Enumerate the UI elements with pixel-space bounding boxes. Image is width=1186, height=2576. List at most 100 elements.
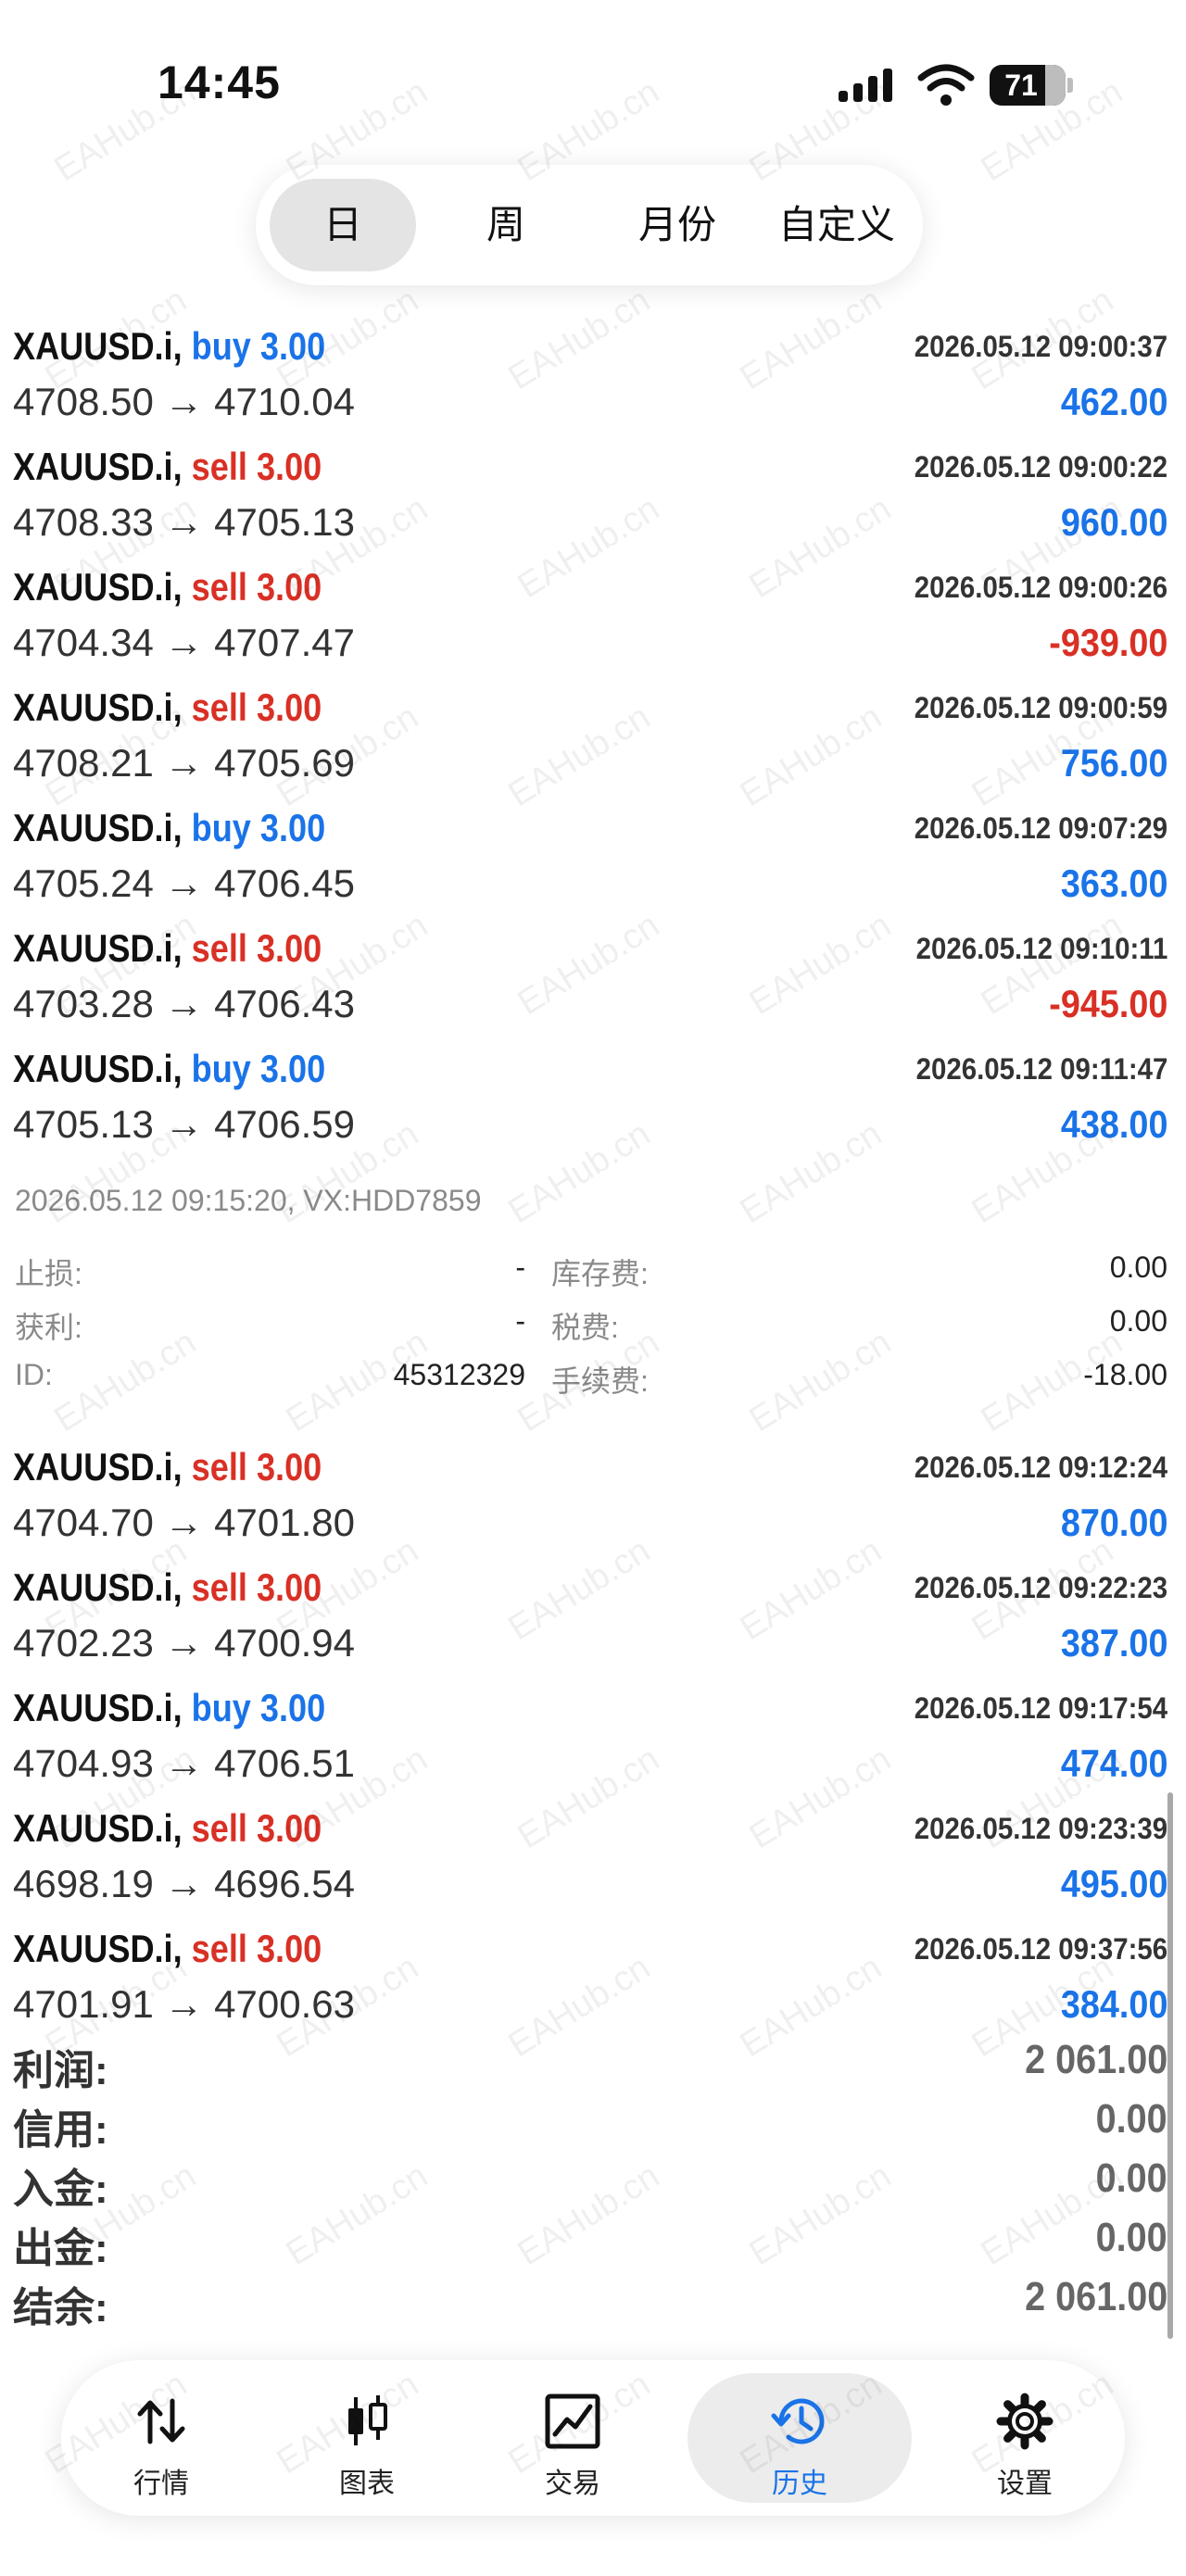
- trade-row[interactable]: XAUUSD.i, sell 3.00 2026.05.12 09:23:39 …: [0, 1806, 1186, 1927]
- open-price: 4708.21: [13, 741, 154, 785]
- trade-time: 2026.05.12 09:17:54: [914, 1691, 1167, 1725]
- nav-label: 交易: [545, 2469, 600, 2499]
- trade-time: 2026.05.12 09:23:39: [914, 1812, 1167, 1845]
- trade-row[interactable]: XAUUSD.i, buy 3.00 2026.05.12 09:07:29 4…: [0, 806, 1186, 926]
- trade-row[interactable]: XAUUSD.i, buy 3.00 2026.05.12 09:00:37 4…: [0, 324, 1186, 445]
- trade-symbol: XAUUSD.i,: [13, 926, 183, 970]
- trade-volume: 3.00: [256, 1806, 322, 1850]
- close-price: 4700.94: [214, 1621, 355, 1665]
- close-price: 4705.69: [214, 741, 355, 785]
- battery-level: 71: [1004, 69, 1038, 102]
- trade-time: 2026.05.12 09:00:59: [914, 691, 1167, 724]
- commission-label: 手续费:: [551, 1364, 649, 1398]
- trade-row[interactable]: XAUUSD.i, sell 3.00 2026.05.12 09:10:11 …: [0, 926, 1186, 1047]
- status-bar: 14:45 71: [0, 0, 1186, 157]
- trade-volume: 3.00: [256, 926, 322, 970]
- arrow-right-icon: →: [164, 1501, 204, 1544]
- arrow-right-icon: →: [164, 621, 204, 664]
- trade-time: 2026.05.12 09:00:37: [914, 330, 1167, 363]
- open-price: 4704.34: [13, 621, 154, 664]
- trade-symbol: XAUUSD.i,: [13, 1047, 183, 1090]
- close-price: 4706.43: [214, 982, 355, 1025]
- trade-profit: 756.00: [1060, 741, 1167, 785]
- trade-type: sell: [191, 1927, 247, 1970]
- summary-value: 2 061.00: [1024, 2274, 1167, 2319]
- nav-history[interactable]: 历史: [688, 2373, 912, 2503]
- scrollbar[interactable]: [1167, 1792, 1173, 2339]
- detail-close-time: 2026.05.12 09:15:20, VX:HDD7859: [15, 1184, 482, 1217]
- trade-profit: 870.00: [1060, 1501, 1167, 1544]
- trade-time: 2026.05.12 09:22:23: [914, 1571, 1167, 1604]
- trade-row[interactable]: XAUUSD.i, sell 3.00 2026.05.12 09:00:26 …: [0, 565, 1186, 685]
- summary-value: 2 061.00: [1024, 2037, 1167, 2082]
- take-profit-value: -: [515, 1304, 525, 1338]
- arrow-right-icon: →: [164, 1102, 204, 1146]
- nav-quotes[interactable]: 行情: [69, 2373, 254, 2503]
- tab-week[interactable]: 周: [433, 179, 579, 271]
- summary-label: 出金:: [13, 2226, 108, 2271]
- open-price: 4701.91: [13, 1982, 154, 2026]
- id-label: ID:: [15, 1358, 53, 1391]
- trade-profit: 438.00: [1060, 1102, 1167, 1146]
- summary-value: 0.00: [1095, 2215, 1167, 2260]
- trade-type: buy: [191, 806, 251, 849]
- trade-volume: 3.00: [259, 1686, 326, 1729]
- arrow-right-icon: →: [164, 982, 204, 1025]
- trade-type: sell: [191, 1445, 247, 1489]
- trade-time: 2026.05.12 09:11:47: [915, 1052, 1167, 1086]
- trade-row[interactable]: XAUUSD.i, sell 3.00 2026.05.12 09:22:23 …: [0, 1565, 1186, 1686]
- arrow-right-icon: →: [164, 1621, 204, 1665]
- open-price: 4703.28: [13, 982, 154, 1025]
- trade-type: sell: [191, 926, 247, 970]
- arrow-right-icon: →: [164, 1741, 204, 1785]
- arrow-right-icon: →: [164, 1982, 204, 2026]
- trade-detail-panel: 2026.05.12 09:15:20, VX:HDD7859 止损: - 库存…: [0, 1167, 1186, 1417]
- trade-profit: -945.00: [1048, 982, 1167, 1025]
- nav-settings[interactable]: 设置: [932, 2373, 1117, 2503]
- take-profit-label: 获利:: [15, 1311, 82, 1344]
- wifi-icon: [917, 64, 975, 106]
- trade-time: 2026.05.12 09:00:22: [914, 450, 1167, 484]
- trade-volume: 3.00: [259, 806, 326, 849]
- trade-type: sell: [191, 445, 247, 488]
- summary-row-profit: 利润: 2 061.00: [0, 2033, 1186, 2093]
- close-price: 4710.04: [214, 380, 355, 423]
- summary-value: 0.00: [1095, 2155, 1167, 2201]
- trade-type: sell: [191, 1565, 247, 1609]
- arrow-right-icon: →: [164, 1862, 204, 1905]
- trade-row[interactable]: XAUUSD.i, sell 3.00 2026.05.12 09:37:56 …: [0, 1927, 1186, 2047]
- account-summary: 利润: 2 061.00 信用: 0.00 入金: 0.00 出金: 0.00 …: [0, 2033, 1186, 2331]
- arrow-right-icon: →: [164, 380, 204, 423]
- trade-symbol: XAUUSD.i,: [13, 1565, 183, 1609]
- open-price: 4708.33: [13, 500, 154, 544]
- tab-month[interactable]: 月份: [604, 179, 751, 271]
- stop-loss-label: 止损:: [15, 1257, 82, 1290]
- trade-symbol: XAUUSD.i,: [13, 565, 183, 609]
- summary-label: 结余:: [13, 2285, 108, 2331]
- trade-symbol: XAUUSD.i,: [13, 1445, 183, 1489]
- nav-label: 图表: [339, 2469, 395, 2499]
- trade-volume: 3.00: [256, 445, 322, 488]
- trade-row[interactable]: XAUUSD.i, sell 3.00 2026.05.12 09:00:59 …: [0, 685, 1186, 806]
- history-clock-icon: [771, 2398, 825, 2444]
- nav-trade[interactable]: 交易: [480, 2373, 665, 2503]
- trade-row[interactable]: XAUUSD.i, buy 3.00 2026.05.12 09:17:54 4…: [0, 1686, 1186, 1806]
- summary-row-withdrawal: 出金: 0.00: [0, 2211, 1186, 2271]
- trade-time: 2026.05.12 09:00:26: [914, 571, 1167, 604]
- candlestick-icon: [348, 2395, 387, 2445]
- trade-row[interactable]: XAUUSD.i, sell 3.00 2026.05.12 09:12:24 …: [0, 1445, 1186, 1565]
- trade-volume: 3.00: [256, 1565, 322, 1609]
- battery-icon: 71: [990, 65, 1066, 106]
- tab-day[interactable]: 日: [270, 179, 416, 271]
- trade-profit: 474.00: [1060, 1741, 1167, 1785]
- trade-profit: -939.00: [1048, 621, 1167, 664]
- tax-label: 税费:: [551, 1311, 619, 1344]
- arrows-up-down-icon: [137, 2398, 185, 2444]
- trade-row[interactable]: XAUUSD.i, sell 3.00 2026.05.12 09:00:22 …: [0, 445, 1186, 565]
- close-price: 4707.47: [214, 621, 355, 664]
- trade-row-expanded[interactable]: XAUUSD.i, buy 3.00 2026.05.12 09:11:47 4…: [0, 1047, 1186, 1167]
- open-price: 4705.13: [13, 1102, 154, 1146]
- open-price: 4704.70: [13, 1501, 154, 1544]
- tab-custom[interactable]: 自定义: [763, 179, 910, 271]
- nav-chart[interactable]: 图表: [274, 2373, 460, 2503]
